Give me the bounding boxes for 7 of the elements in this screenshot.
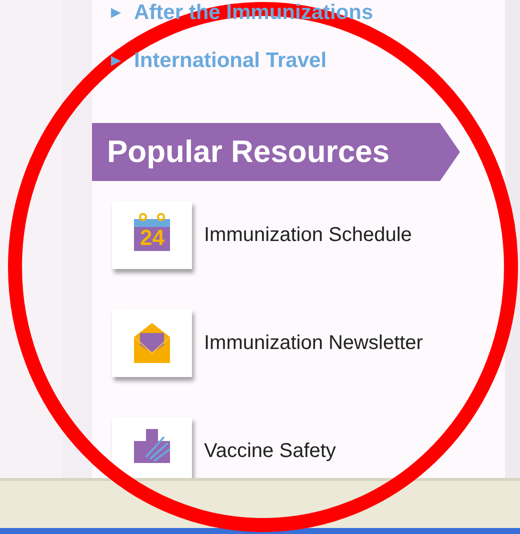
resource-link[interactable]: Vaccine Safety	[112, 417, 505, 478]
calendar-day: 24	[140, 227, 164, 249]
triangle-icon	[110, 55, 122, 67]
triangle-icon	[110, 7, 122, 19]
resource-link[interactable]: Immunization Newsletter	[112, 309, 505, 377]
section-heading: Popular Resources	[92, 123, 460, 181]
resource-link[interactable]: 24 Immunization Schedule	[112, 201, 505, 269]
